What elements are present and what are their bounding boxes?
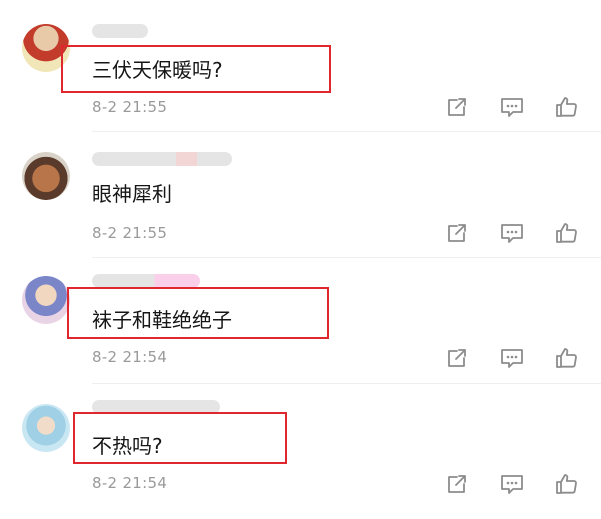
comment-text: 不热吗? bbox=[92, 434, 163, 458]
comment-text: 三伏天保暖吗? bbox=[92, 58, 223, 82]
reply-button[interactable] bbox=[499, 220, 525, 246]
username-blurred[interactable] bbox=[92, 24, 148, 38]
share-button[interactable] bbox=[444, 94, 470, 120]
share-button[interactable] bbox=[444, 471, 470, 497]
comment-time: 8-2 21:54 bbox=[92, 474, 168, 492]
username-blurred[interactable] bbox=[92, 152, 232, 166]
thumbs-up-icon bbox=[556, 348, 577, 368]
comment-icon bbox=[501, 349, 523, 368]
comment-icon bbox=[501, 224, 523, 243]
comment-time: 8-2 21:55 bbox=[92, 98, 168, 116]
like-button[interactable] bbox=[554, 220, 580, 246]
comment-time: 8-2 21:54 bbox=[92, 348, 168, 366]
comment-time: 8-2 21:55 bbox=[92, 224, 168, 242]
share-button[interactable] bbox=[444, 345, 470, 371]
comment-icon bbox=[501, 98, 523, 117]
comment-item: 不热吗? 8-2 21:54 bbox=[0, 384, 601, 519]
share-icon bbox=[448, 98, 466, 116]
thumbs-up-icon bbox=[556, 97, 577, 117]
avatar[interactable] bbox=[22, 152, 70, 200]
thumbs-up-icon bbox=[556, 223, 577, 243]
comment-item: 袜子和鞋绝绝子 8-2 21:54 bbox=[0, 258, 601, 384]
share-icon bbox=[448, 224, 466, 242]
share-icon bbox=[448, 349, 466, 367]
reply-button[interactable] bbox=[499, 471, 525, 497]
username-blurred[interactable] bbox=[92, 274, 200, 288]
username-blurred[interactable] bbox=[92, 400, 220, 414]
thumbs-up-icon bbox=[556, 474, 577, 494]
comment-item: 三伏天保暖吗? 8-2 21:55 bbox=[0, 0, 601, 132]
like-button[interactable] bbox=[554, 345, 580, 371]
avatar[interactable] bbox=[22, 276, 70, 324]
share-icon bbox=[448, 475, 466, 493]
like-button[interactable] bbox=[554, 94, 580, 120]
comment-item: 眼神犀利 8-2 21:55 bbox=[0, 132, 601, 258]
comment-text: 眼神犀利 bbox=[92, 182, 172, 206]
reply-button[interactable] bbox=[499, 345, 525, 371]
like-button[interactable] bbox=[554, 471, 580, 497]
reply-button[interactable] bbox=[499, 94, 525, 120]
avatar[interactable] bbox=[22, 404, 70, 452]
share-button[interactable] bbox=[444, 220, 470, 246]
avatar[interactable] bbox=[22, 24, 70, 72]
comment-text: 袜子和鞋绝绝子 bbox=[92, 308, 232, 332]
comment-icon bbox=[501, 475, 523, 494]
